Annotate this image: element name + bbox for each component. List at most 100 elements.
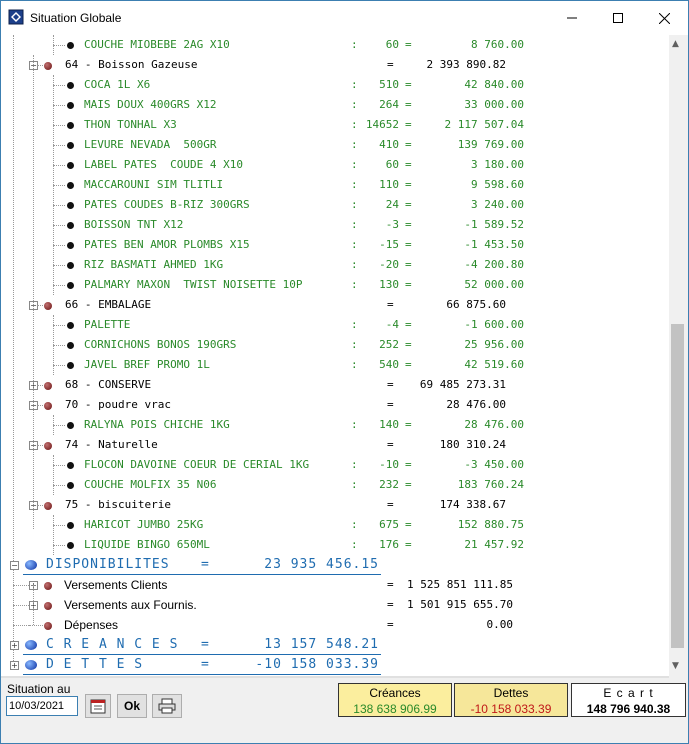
tree-guide-line [53, 225, 65, 226]
tree-row-sub[interactable]: Dépenses = 0.00 [1, 615, 669, 635]
close-button[interactable] [641, 1, 687, 35]
tree-guide-line [53, 315, 54, 375]
item-equals: = [405, 98, 412, 111]
minimize-button[interactable] [549, 1, 595, 35]
tree-row-item[interactable]: COUCHE MOLFIX 35 N06: 232 = 183 760.24 [1, 475, 669, 495]
group-name: 75 - biscuiterie [65, 498, 171, 511]
tree-row-item[interactable]: RALYNA POIS CHICHE 1KG: 140 = 28 476.00 [1, 415, 669, 435]
tree-row-group[interactable]: −75 - biscuiterie = 174 338.67 [1, 495, 669, 515]
expand-icon[interactable]: + [10, 641, 19, 650]
tree-row-sub[interactable]: + Versements aux Fournis. = 1 501 915 655.7… [1, 595, 669, 615]
tree-row-item[interactable]: COUCHE MIOBEBE 2AG X10: 60 = 8 760.00 [1, 35, 669, 55]
item-name: COCA 1L X6 [84, 78, 151, 91]
item-colon: : [351, 518, 358, 531]
collapse-icon[interactable]: − [10, 561, 19, 570]
item-equals: = [405, 198, 412, 211]
group-name: 64 - Boisson Gazeuse [65, 58, 198, 71]
item-bullet-icon [67, 122, 74, 129]
print-button[interactable] [152, 694, 182, 718]
item-quantity: 540 [379, 358, 399, 371]
item-quantity: 60 [385, 38, 399, 51]
tree-row-item[interactable]: LEVURE NEVADA 500GR: 410 = 139 769.00 [1, 135, 669, 155]
top-equals: = [201, 557, 210, 572]
tree-row-item[interactable]: FLOCON DAVOINE COEUR DE CERIAL 1KG: -10 = -… [1, 455, 669, 475]
tree-row-item[interactable]: MACCAROUNI SIM TLITLI: 110 = 9 598.60 [1, 175, 669, 195]
group-equals: = [387, 438, 394, 451]
tree-guide-line [33, 585, 34, 625]
tree-row-item[interactable]: PATES COUDES B-RIZ 300GRS: 24 = 3 240.00 [1, 195, 669, 215]
group-equals: = [387, 498, 394, 511]
tree-row-item[interactable]: MAIS DOUX 400GRS X12: 264 = 33 000.00 [1, 95, 669, 115]
dettes-panel: Dettes -10 158 033.39 [454, 683, 568, 717]
item-amount: -3 450.00 [464, 458, 524, 471]
tree-row-item[interactable]: THON TONHAL X3:14652 = 2 117 507.04 [1, 115, 669, 135]
item-quantity: 130 [379, 278, 399, 291]
scroll-up-icon[interactable]: ▲ [672, 39, 679, 49]
window-title: Situation Globale [30, 11, 122, 25]
item-colon: : [351, 158, 358, 171]
item-amount: 152 880.75 [457, 518, 524, 531]
tree-row-sub[interactable]: + Versements Clients = 1 525 851 111.85 [1, 575, 669, 595]
sub-bullet-icon [44, 582, 52, 590]
item-equals: = [405, 38, 412, 51]
item-amount: -1 453.50 [464, 238, 524, 251]
tree-row-item[interactable]: RIZ BASMATI AHMED 1KG: -20 = -4 200.80 [1, 255, 669, 275]
tree-row-item[interactable]: PATES BEN AMOR PLOMBS X15: -15 = -1 453.50 [1, 235, 669, 255]
tree-row-item[interactable]: PALETTE: -4 = -1 600.00 [1, 315, 669, 335]
item-amount: 33 000.00 [464, 98, 524, 111]
maximize-button[interactable] [595, 1, 641, 35]
item-equals: = [405, 278, 412, 291]
group-name: 68 - CONSERVE [65, 378, 152, 391]
item-name: COUCHE MOLFIX 35 N06 [84, 478, 217, 491]
tree-row-item[interactable]: PALMARY MAXON TWIST NOISETTE 10P: 130 = 52 … [1, 275, 669, 295]
tree-row-item[interactable]: BOISSON TNT X12: -3 = -1 589.52 [1, 215, 669, 235]
calendar-button[interactable] [85, 694, 111, 718]
tree-row-item[interactable]: CORNICHONS BONOS 190GRS: 252 = 25 956.00 [1, 335, 669, 355]
tree-row-group[interactable]: −74 - Naturelle = 180 310.24 [1, 435, 669, 455]
group-name: 66 - EMBALAGE [65, 298, 152, 311]
creances-value: 138 638 906.99 [353, 702, 437, 716]
tree-row-group[interactable]: −70 - poudre vrac = 28 476.00 [1, 395, 669, 415]
tree-row-top[interactable]: − DISPONIBILITES = 23 935 456.15 [1, 555, 669, 575]
expand-icon[interactable]: + [10, 661, 19, 670]
tree-row-group[interactable]: +68 - CONSERVE = 69 485 273.31 [1, 375, 669, 395]
tree-guide-line [53, 265, 65, 266]
top-equals: = [201, 657, 210, 672]
scrollbar-thumb[interactable] [671, 324, 684, 648]
tree-row-item[interactable]: JAVEL BREF PROMO 1L: 540 = 42 519.60 [1, 355, 669, 375]
item-quantity: 60 [385, 158, 399, 171]
tree-row-item[interactable]: LIQUIDE BINGO 650ML: 176 = 21 457.92 [1, 535, 669, 555]
item-colon: : [351, 258, 358, 271]
item-colon: : [351, 238, 358, 251]
tree-guide-line [53, 185, 65, 186]
tree-row-top[interactable]: + D E T T E S = -10 158 033.39 [1, 655, 669, 675]
tree-row-item[interactable]: HARICOT JUMBO 25KG: 675 = 152 880.75 [1, 515, 669, 535]
item-equals: = [405, 538, 412, 551]
situation-globale-window: Situation Globale COUCHE MIOBEBE 2AG X10… [0, 0, 689, 744]
tree-guide-line [37, 445, 43, 446]
item-equals: = [405, 118, 412, 131]
item-amount: 2 117 507.04 [444, 118, 524, 131]
item-equals: = [405, 518, 412, 531]
tree-guide-line [53, 365, 65, 366]
item-name: RIZ BASMATI AHMED 1KG [84, 258, 224, 271]
item-bullet-icon [67, 202, 74, 209]
item-quantity: -3 [385, 218, 399, 231]
tree-row-group[interactable]: −66 - EMBALAGE = 66 875.60 [1, 295, 669, 315]
group-amount: 28 476.00 [446, 398, 506, 411]
tree-row-item[interactable]: COCA 1L X6: 510 = 42 840.00 [1, 75, 669, 95]
item-equals: = [405, 138, 412, 151]
situation-date-input[interactable]: 10/03/2021 [6, 696, 78, 716]
item-name: BOISSON TNT X12 [84, 218, 184, 231]
top-amount: 13 157 548.21 [264, 637, 379, 652]
item-name: PALMARY MAXON TWIST NOISETTE 10P [84, 278, 303, 291]
tree-row-group[interactable]: −64 - Boisson Gazeuse = 2 393 890.82 [1, 55, 669, 75]
sub-bullet-icon [44, 622, 52, 630]
situation-tree[interactable]: COUCHE MIOBEBE 2AG X10: 60 = 8 760.00 − 64 - … [1, 35, 669, 676]
ok-button[interactable]: Ok [117, 694, 147, 718]
item-colon: : [351, 358, 358, 371]
scroll-down-icon[interactable]: ▼ [672, 661, 679, 671]
item-amount: -1 589.52 [464, 218, 524, 231]
tree-row-top[interactable]: + C R E A N C E S = 13 157 548.21 [1, 635, 669, 655]
tree-row-item[interactable]: LABEL PATES COUDE 4 X10: 60 = 3 180.00 [1, 155, 669, 175]
